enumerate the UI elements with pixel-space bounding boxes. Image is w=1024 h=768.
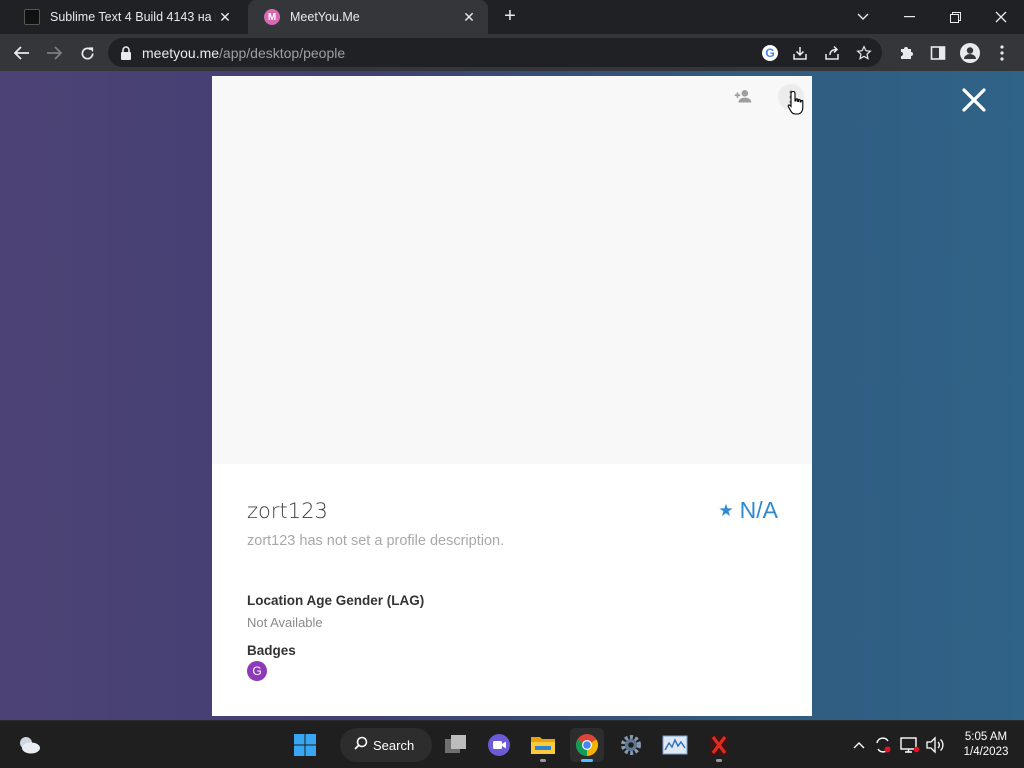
lag-value: Not Available	[247, 615, 323, 630]
tab-sublime-text[interactable]: Sublime Text 4 Build 4143 на рус ✕	[8, 0, 244, 34]
lock-icon[interactable]	[120, 45, 132, 60]
browser-menu-icon[interactable]	[988, 39, 1016, 67]
clock-date: 1/4/2023	[963, 746, 1009, 758]
close-modal-icon[interactable]	[960, 86, 988, 114]
profile-description: zort123 has not set a profile descriptio…	[247, 533, 505, 549]
start-menu-icon[interactable]	[288, 728, 322, 762]
settings-gear-icon[interactable]	[614, 728, 648, 762]
windows-taskbar: Search 5:05 AM 1/4/2023	[0, 720, 1024, 768]
tab-title: Sublime Text 4 Build 4143 на рус	[50, 10, 216, 24]
add-friend-icon[interactable]	[732, 86, 754, 108]
address-bar[interactable]: meetyou.me/app/desktop/people G	[108, 38, 882, 67]
bookmark-star-icon[interactable]	[852, 42, 876, 63]
teams-chat-icon[interactable]	[482, 728, 516, 762]
meetyoume-icon: M	[264, 9, 280, 25]
badge-g[interactable]: G	[247, 661, 267, 681]
search-icon	[354, 736, 368, 754]
profile-username: zort123	[247, 499, 328, 523]
network-display-icon[interactable]	[899, 733, 921, 757]
running-indicator	[540, 759, 546, 762]
running-indicator	[716, 759, 722, 762]
show-hidden-icons-chevron-icon[interactable]	[850, 733, 868, 757]
lag-label: Location Age Gender (LAG)	[247, 593, 425, 608]
browser-toolbar: meetyou.me/app/desktop/people G	[0, 34, 1024, 71]
reload-button[interactable]	[73, 39, 101, 67]
side-panel-icon[interactable]	[924, 39, 952, 67]
resource-monitor-icon[interactable]	[658, 728, 692, 762]
page-viewport: zort123 ★ N/A zort123 has not set a prof…	[0, 71, 1024, 720]
share-icon[interactable]	[820, 42, 844, 63]
close-window-button[interactable]	[978, 0, 1024, 34]
hand-cursor-icon	[787, 90, 804, 115]
forward-button[interactable]	[40, 39, 68, 67]
tab-title: MeetYou.Me	[290, 10, 360, 24]
file-explorer-icon[interactable]	[526, 728, 560, 762]
tab-meetyoume[interactable]: M MeetYou.Me ✕	[248, 0, 488, 34]
taskbar-clock[interactable]: 5:05 AM 1/4/2023	[956, 730, 1016, 760]
profile-card: zort123 ★ N/A zort123 has not set a prof…	[212, 76, 812, 716]
url-text: meetyou.me/app/desktop/people	[142, 44, 346, 61]
badges-label: Badges	[247, 643, 296, 658]
tab-search-chevron-icon[interactable]	[840, 0, 886, 34]
star-icon: ★	[718, 500, 734, 520]
sync-icon[interactable]	[873, 733, 893, 757]
close-tab-icon[interactable]: ✕	[460, 9, 478, 26]
volume-icon[interactable]	[924, 733, 946, 757]
taskbar-search[interactable]: Search	[340, 728, 432, 762]
profile-avatar-icon[interactable]	[956, 39, 984, 67]
xampp-icon[interactable]	[702, 728, 736, 762]
task-view-icon[interactable]	[439, 728, 473, 762]
sublime-icon	[24, 9, 40, 25]
minimize-button[interactable]	[886, 0, 932, 34]
google-lens-icon[interactable]: G	[758, 42, 782, 63]
new-tab-button[interactable]: +	[498, 4, 522, 28]
chrome-taskbar-icon[interactable]	[570, 728, 604, 762]
restore-button[interactable]	[932, 0, 978, 34]
back-button[interactable]	[8, 39, 36, 67]
extensions-puzzle-icon[interactable]	[892, 39, 920, 67]
weather-widget-icon[interactable]	[16, 733, 42, 757]
profile-photo	[212, 76, 812, 464]
close-tab-icon[interactable]: ✕	[216, 9, 234, 26]
rating-value: N/A	[739, 497, 778, 523]
browser-tab-strip: Sublime Text 4 Build 4143 на рус ✕ M Mee…	[0, 0, 1024, 34]
clock-time: 5:05 AM	[964, 731, 1008, 743]
install-app-icon[interactable]	[788, 42, 812, 63]
profile-rating: ★ N/A	[718, 497, 778, 524]
search-label: Search	[373, 737, 415, 753]
active-indicator	[581, 759, 593, 762]
